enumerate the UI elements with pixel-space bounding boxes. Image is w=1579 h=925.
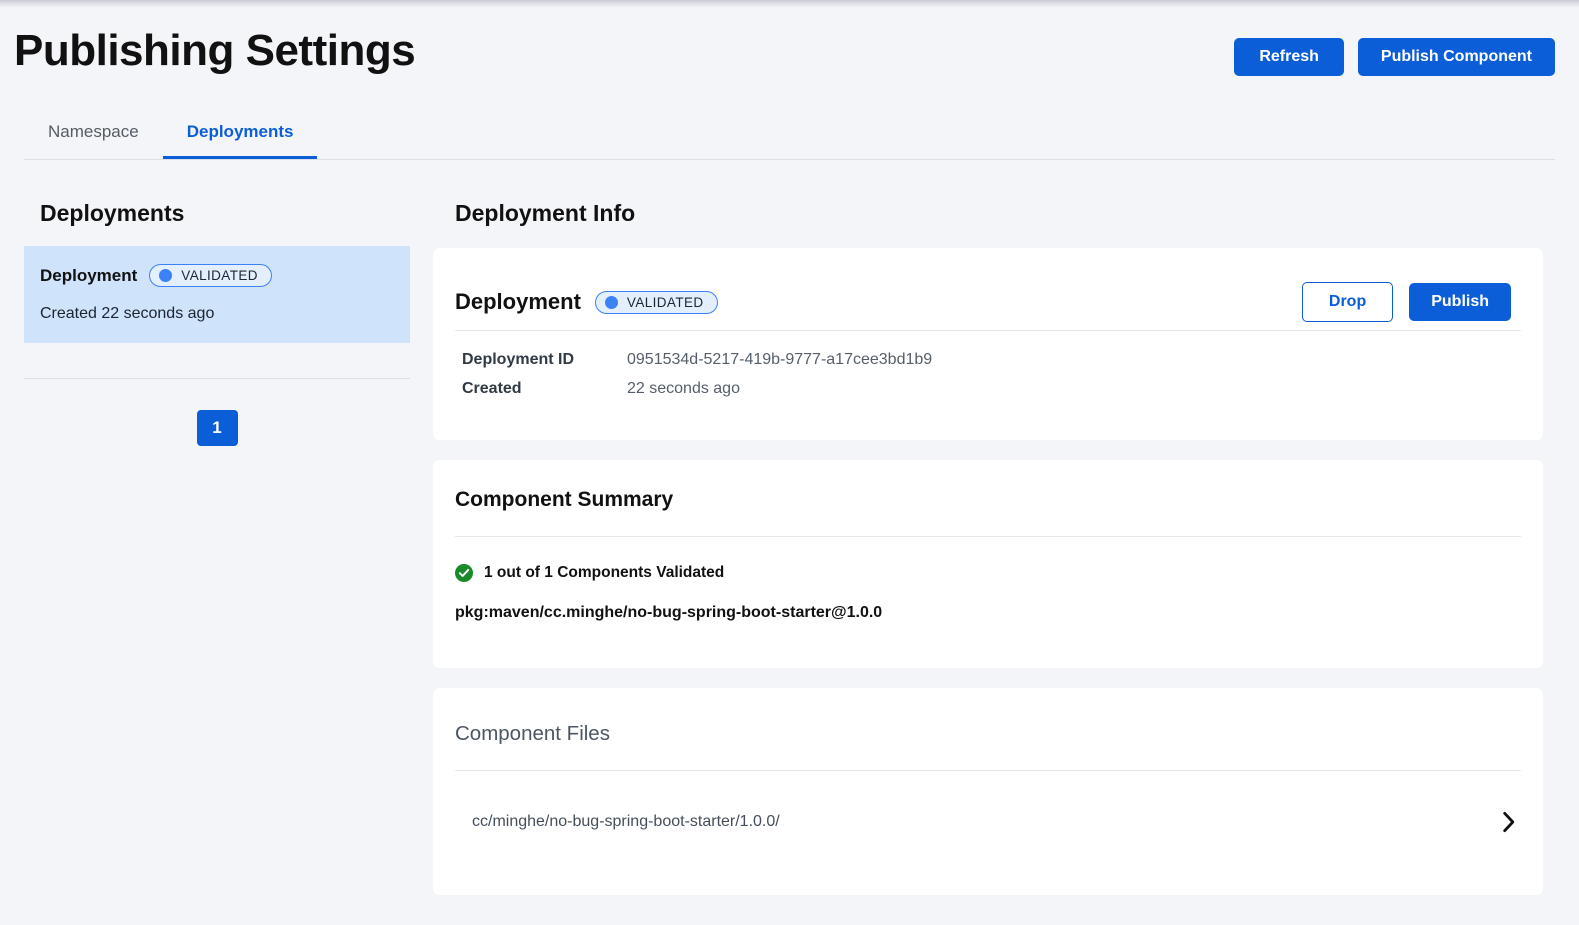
deployment-heading: Deployment xyxy=(455,289,581,315)
page-title: Publishing Settings xyxy=(14,29,415,73)
deployment-card-actions: Drop Publish xyxy=(1302,282,1511,322)
list-item-label: Deployment xyxy=(40,266,137,286)
chevron-right-icon[interactable] xyxy=(1502,811,1515,833)
deployments-sidebar: Deployments Deployment VALIDATED Created… xyxy=(0,178,433,925)
deployment-card-header: Deployment VALIDATED Drop Publish xyxy=(433,248,1543,330)
file-row-label: cc/minghe/no-bug-spring-boot-starter/1.0… xyxy=(472,813,780,831)
status-dot-icon xyxy=(605,296,618,309)
main-content: Deployment Info Deployment VALIDATED Dro… xyxy=(433,178,1579,925)
meta-value: 22 seconds ago xyxy=(627,380,740,398)
meta-label: Deployment ID xyxy=(462,351,627,369)
component-summary-status-text: 1 out of 1 Components Validated xyxy=(484,564,724,582)
tabs-list: Namespace Deployments xyxy=(24,112,317,160)
tabs-bar: Namespace Deployments xyxy=(0,112,1579,160)
tab-deployments[interactable]: Deployments xyxy=(163,112,318,160)
sidebar-title: Deployments xyxy=(40,200,184,227)
list-item[interactable]: Deployment VALIDATED Created 22 seconds … xyxy=(24,246,410,343)
status-badge: VALIDATED xyxy=(149,264,272,287)
page-header: Publishing Settings Refresh Publish Comp… xyxy=(0,7,1579,112)
list-item-created: Created 22 seconds ago xyxy=(40,305,394,323)
component-summary-card: Component Summary 1 out of 1 Components … xyxy=(433,460,1543,668)
drop-button[interactable]: Drop xyxy=(1302,282,1393,322)
deployment-info-card: Deployment VALIDATED Drop Publish Deploy… xyxy=(433,248,1543,440)
status-badge-label: VALIDATED xyxy=(181,268,258,283)
file-row[interactable]: cc/minghe/no-bug-spring-boot-starter/1.0… xyxy=(433,771,1543,833)
meta-row-deployment-id: Deployment ID 0951534d-5217-419b-9777-a1… xyxy=(433,351,1543,369)
list-item-header: Deployment VALIDATED xyxy=(40,264,394,287)
publish-button[interactable]: Publish xyxy=(1409,283,1511,321)
meta-label: Created xyxy=(462,380,627,398)
status-dot-icon xyxy=(159,269,172,282)
page-section-title: Deployment Info xyxy=(455,200,635,227)
list-divider xyxy=(24,378,410,379)
header-actions: Refresh Publish Component xyxy=(1234,38,1555,76)
status-badge: VALIDATED xyxy=(595,291,718,314)
tabs-divider xyxy=(24,159,1555,160)
check-circle-icon xyxy=(455,564,473,582)
component-files-card: Component Files cc/minghe/no-bug-spring-… xyxy=(433,688,1543,895)
tab-namespace[interactable]: Namespace xyxy=(24,112,163,160)
meta-row-created: Created 22 seconds ago xyxy=(433,380,1543,398)
publish-component-button[interactable]: Publish Component xyxy=(1358,38,1555,76)
window-chrome-strip xyxy=(0,0,1579,7)
refresh-button[interactable]: Refresh xyxy=(1234,38,1344,76)
component-summary-heading: Component Summary xyxy=(433,460,1543,512)
deployment-list: Deployment VALIDATED Created 22 seconds … xyxy=(24,246,410,343)
component-summary-status-row: 1 out of 1 Components Validated xyxy=(433,537,1543,582)
pagination: 1 xyxy=(24,410,410,446)
component-files-heading: Component Files xyxy=(433,688,1543,746)
meta-value: 0951534d-5217-419b-9777-a17cee3bd1b9 xyxy=(627,351,932,369)
pagination-page-1-button[interactable]: 1 xyxy=(197,410,238,446)
deployment-meta-list: Deployment ID 0951534d-5217-419b-9777-a1… xyxy=(433,331,1543,398)
component-purl: pkg:maven/cc.minghe/no-bug-spring-boot-s… xyxy=(433,582,1543,622)
deployment-card-header-left: Deployment VALIDATED xyxy=(455,289,718,315)
status-badge-label: VALIDATED xyxy=(627,295,704,310)
